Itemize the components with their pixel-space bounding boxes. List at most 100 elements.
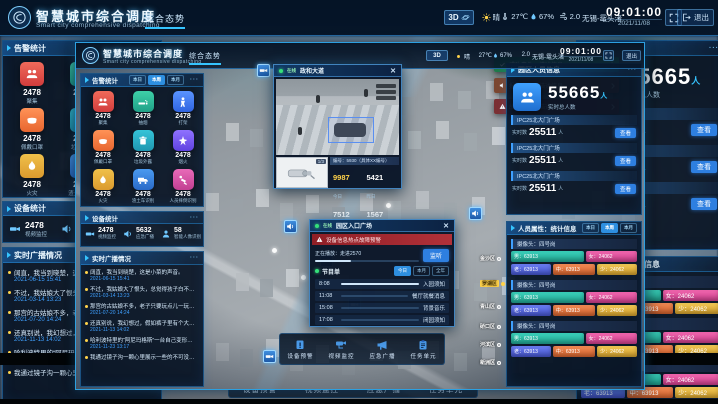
alarm-stat[interactable]: 2478火灾 — [83, 169, 123, 208]
camera-product-thumbnail[interactable]: 1/3 — [276, 157, 328, 188]
playback-progress[interactable] — [315, 260, 419, 262]
alarm-stat[interactable]: 2478垃圾外露 — [123, 130, 163, 169]
program-row[interactable]: 11:08餐厅就餐消息 — [315, 291, 449, 301]
total-people-unit: 人 — [691, 76, 700, 86]
tab-overall-situation[interactable]: 综合态势 — [145, 12, 185, 29]
online-status-label: 在线 — [323, 223, 332, 229]
alarm-stat[interactable]: 2478佩戴口罩 — [7, 108, 57, 154]
alarm-stat[interactable]: 2478聚集 — [7, 62, 57, 108]
broadcast-item[interactable]: 哈利波特里的“阿尼玛格斯”一台自己变形机反弹，型千…2021-11-23 13:… — [85, 336, 199, 350]
more-button[interactable]: ··· — [190, 77, 199, 83]
group-label: 实时数 — [512, 157, 527, 164]
tab-today[interactable]: 本日 — [129, 75, 146, 85]
view-button[interactable]: 查看 — [615, 184, 636, 194]
toolbar-video-monitor-button[interactable]: 视频监控 — [328, 339, 354, 360]
close-icon[interactable]: ✕ — [390, 67, 396, 75]
route-stop[interactable]: 新洲区 — [480, 359, 501, 366]
view-button[interactable]: 查看 — [615, 128, 636, 138]
view-button[interactable]: 查看 — [691, 161, 717, 173]
more-button[interactable]: ··· — [190, 255, 199, 261]
tab-today[interactable]: 今日 — [394, 266, 411, 276]
fullscreen-button[interactable] — [603, 50, 614, 61]
humidity-item: 67% — [530, 12, 554, 21]
alarm-stat[interactable]: 2478火灾 — [7, 154, 57, 200]
broadcast-item[interactable]: 阔直，我当到晓楚，这是小菜的声音。2021-06-15 15:41 — [85, 268, 199, 282]
more-button[interactable]: ··· — [190, 215, 199, 221]
tab-week[interactable]: 本周 — [601, 223, 618, 233]
map-marker-dot[interactable] — [301, 275, 306, 280]
device-value: 2478 — [25, 220, 47, 230]
alarm-value: 2478 — [83, 191, 123, 198]
route-stop[interactable]: 青山区 — [480, 303, 501, 310]
tab-month[interactable]: 本月 — [167, 75, 184, 85]
attr-block: 摄像头：四号岗男：63913女：24062老：63913中：63913少：240… — [511, 239, 637, 275]
route-stop[interactable]: 硚口区 — [480, 323, 501, 330]
alarm-value: 2478 — [123, 113, 163, 120]
more-button[interactable]: ··· — [709, 45, 718, 52]
tab-overall-situation[interactable]: 综合态势 — [189, 51, 221, 65]
toolbar-emergency-broadcast-button[interactable]: 应急广播 — [369, 339, 395, 360]
alarm-stat[interactable]: 2478佩戴口罩 — [83, 130, 123, 169]
tab-month[interactable]: 本月 — [413, 266, 430, 276]
alarm-stat[interactable]: 2478烟火 — [163, 130, 203, 169]
alarm-stat[interactable]: 2478人员摔倒识别 — [163, 169, 203, 208]
route-stop[interactable]: 金沙区 — [480, 255, 501, 262]
mask-icon — [20, 108, 44, 132]
view-button[interactable]: 查看 — [615, 156, 636, 166]
device-stat[interactable]: 5632应急广播 — [123, 227, 154, 240]
sun-icon — [455, 53, 462, 60]
tab-today[interactable]: 本日 — [582, 223, 599, 233]
map-camera-icon[interactable] — [263, 350, 276, 363]
weather-label: 晴 — [464, 52, 470, 61]
inner-toolbar: 设备预警 视频监控 应急广播 任务单元 — [279, 333, 445, 365]
people-group-icon — [513, 83, 541, 111]
group-unit: 人 — [558, 129, 563, 136]
broadcast-item[interactable]: 还真别说，我幻想过，假如裤子里有个大容量裤袋…2021-11-13 14:02 — [85, 319, 199, 333]
view-button[interactable]: 查看 — [691, 198, 717, 210]
alarm-stat[interactable]: 2478渣土车识别 — [123, 169, 163, 208]
group-value: 25511 — [529, 127, 556, 138]
device-stat[interactable]: 2478视频监控 — [9, 220, 47, 238]
clock-time: 09:01:00 — [606, 5, 662, 19]
fault-alert-banner[interactable]: 设备信息热点故障预警 — [312, 234, 452, 245]
mode-3d-toggle[interactable]: 3D — [444, 10, 474, 25]
tab-year[interactable]: 全年 — [432, 266, 449, 276]
program-row[interactable]: 8:08入园须知 — [315, 279, 449, 289]
route-stop-active[interactable]: 罗湖区 — [480, 280, 505, 287]
speaker-popup-header[interactable]: 在线 园区入口广场 ✕ — [310, 220, 454, 232]
exit-button[interactable]: 退出 — [622, 50, 641, 61]
device-label: 视频监控 — [98, 234, 116, 240]
camera-popup-header[interactable]: 在线 政和大道 ✕ — [274, 65, 401, 77]
alarm-label: 火灾 — [7, 189, 57, 197]
camera-video-frame[interactable] — [276, 79, 399, 155]
alarm-stat[interactable]: 2478抽烟 — [123, 91, 163, 130]
close-icon[interactable]: ✕ — [443, 222, 449, 230]
tab-week[interactable]: 本周 — [148, 75, 165, 85]
listen-button[interactable]: 监听 — [423, 249, 449, 262]
stat-value: 5421 — [367, 173, 384, 182]
program-row[interactable]: 15:08背景音乐 — [315, 303, 449, 313]
toolbar-task-unit-button[interactable]: 任务单元 — [410, 339, 436, 360]
broadcast-item[interactable]: 不过，我姑娘大了恨头，总觉得孩子白不白的问题？2021-03-14 13:23 — [85, 285, 199, 299]
exit-button[interactable]: 退出 — [677, 9, 714, 26]
device-stat[interactable]: 2478视频监控 — [85, 227, 116, 240]
alarm-stat[interactable]: 2478打架 — [163, 91, 203, 130]
view-button[interactable]: 查看 — [691, 124, 717, 136]
broadcast-item[interactable]: 那宫的古姑娘不多，老子只要玩点儿一玩，正蛋2气妞…2021-07-20 14:2… — [85, 302, 199, 316]
mode-3d-toggle[interactable]: 3D — [426, 50, 448, 61]
map-speaker-icon[interactable] — [469, 207, 482, 220]
alarm-stat[interactable]: 2478聚集 — [83, 91, 123, 130]
route-stop[interactable]: 河滨区 — [480, 341, 501, 348]
panel-arrow-icon — [85, 77, 89, 83]
device-stat[interactable]: 58智能人像识别 — [161, 227, 201, 240]
toolbar-device-alert-button[interactable]: 设备预警 — [287, 339, 313, 360]
map-camera-icon[interactable] — [257, 64, 270, 77]
attr-bar-middle: 中：63913 — [553, 264, 595, 275]
inner-broadcast-panel: 实时广播情况 ··· 阔直，我当到晓楚，这是小菜的声音。2021-06-15 1… — [80, 251, 204, 387]
broadcast-item[interactable]: 我通过镜子沟一颗心里展示一些的不可没的最终档案… — [85, 353, 199, 361]
program-row[interactable]: 17:08闭园须知 — [315, 315, 449, 325]
panel-arrow-icon — [85, 255, 89, 261]
tab-month[interactable]: 本月 — [620, 223, 637, 233]
map-marker-dot[interactable] — [272, 248, 277, 253]
app-logo-icon — [82, 47, 99, 64]
